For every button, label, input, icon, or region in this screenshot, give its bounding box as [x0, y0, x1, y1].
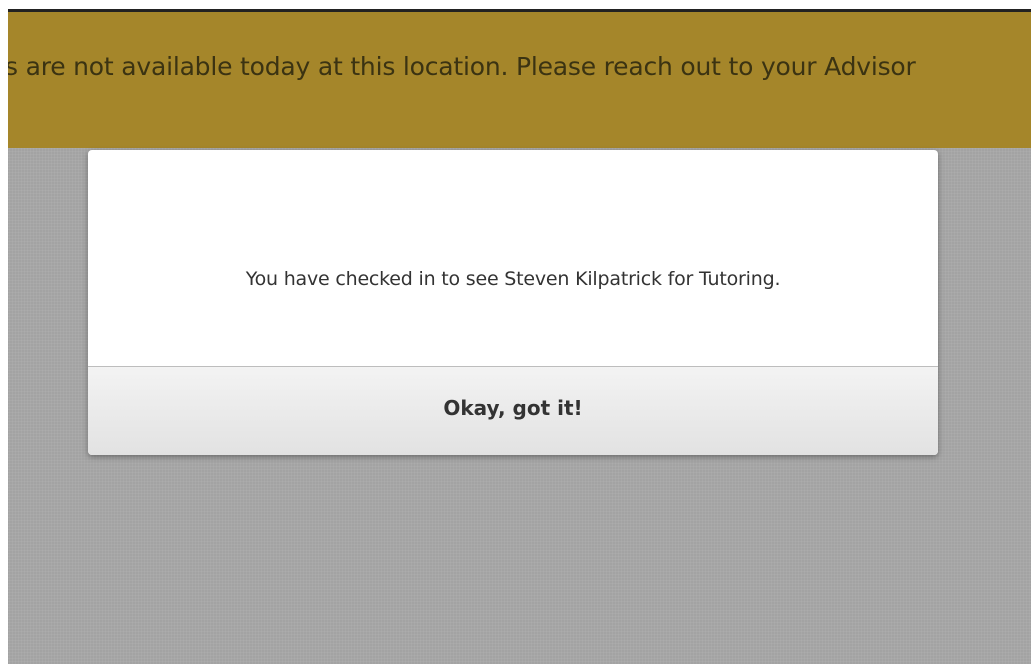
okay-got-it-label: Okay, got it! [443, 396, 583, 420]
dialog-body: You have checked in to see Steven Kilpat… [88, 150, 938, 366]
check-in-dialog: You have checked in to see Steven Kilpat… [88, 150, 938, 455]
notice-banner: s are not available today at this locati… [8, 12, 1031, 148]
notice-banner-text: s are not available today at this locati… [8, 52, 916, 81]
page-frame: s are not available today at this locati… [8, 12, 1031, 664]
okay-got-it-button[interactable]: Okay, got it! [88, 367, 938, 455]
dialog-message: You have checked in to see Steven Kilpat… [245, 268, 781, 290]
window-left-edge [0, 0, 8, 664]
